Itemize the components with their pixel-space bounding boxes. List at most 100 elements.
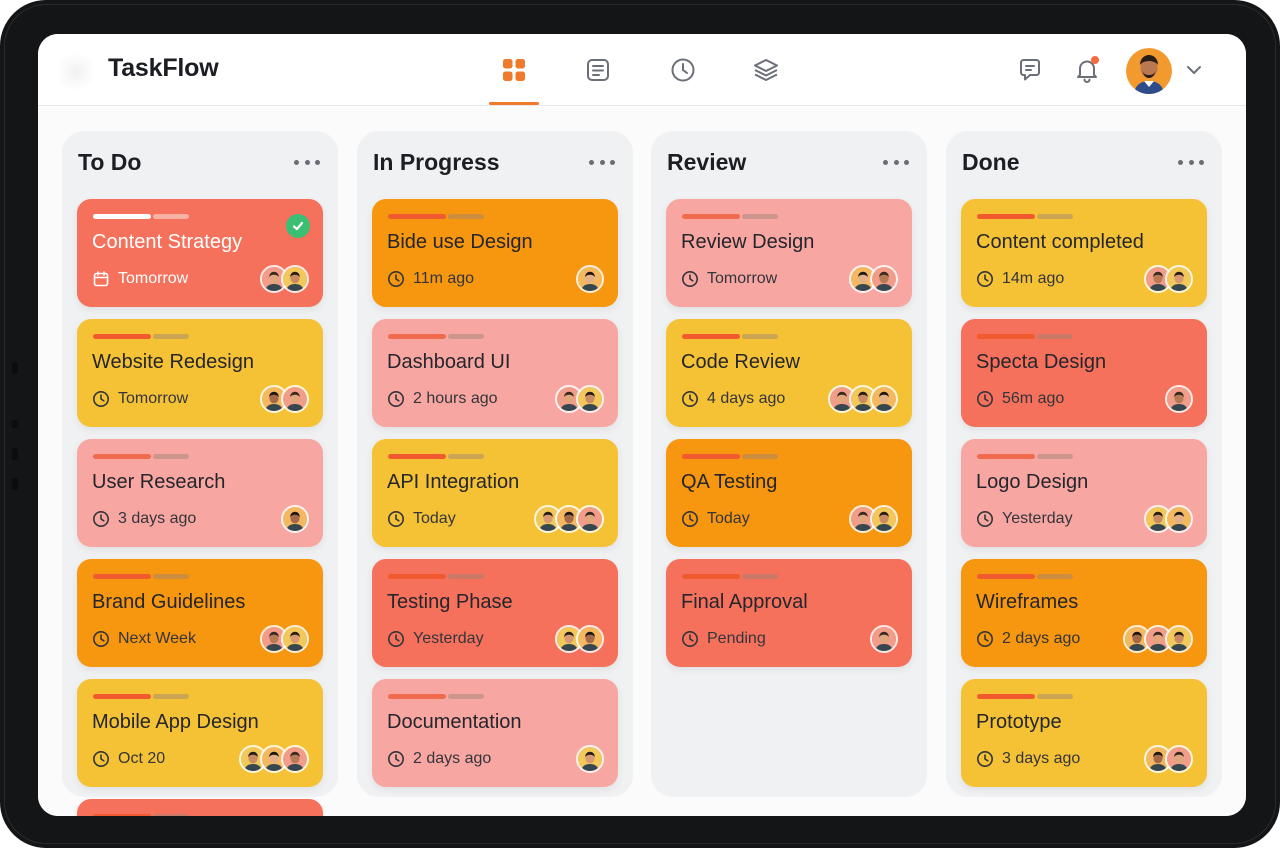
task-card[interactable]: Final Approval Pending bbox=[666, 559, 912, 667]
card-due: Tomorrow bbox=[92, 270, 188, 288]
assignee-avatars bbox=[1144, 265, 1193, 293]
progress-bar-fill bbox=[93, 334, 151, 339]
task-card[interactable]: Wireframes 2 days ago bbox=[961, 559, 1207, 667]
active-tab-indicator bbox=[489, 102, 539, 105]
task-card[interactable]: API Integration Today bbox=[372, 439, 618, 547]
task-card[interactable]: QA Testing Today bbox=[666, 439, 912, 547]
avatar-image bbox=[578, 267, 602, 291]
nav-layers-tab[interactable] bbox=[739, 52, 793, 88]
assignee-avatar[interactable] bbox=[281, 385, 309, 413]
messages-button[interactable] bbox=[1014, 54, 1046, 86]
card-due-text: Tomorrow bbox=[707, 270, 778, 287]
column-title: Done bbox=[962, 149, 1020, 175]
card-due: Yesterday bbox=[387, 630, 484, 648]
assignee-avatar[interactable] bbox=[1165, 505, 1193, 533]
assignee-avatar[interactable] bbox=[1165, 265, 1193, 293]
chevron-down-icon[interactable] bbox=[1182, 58, 1206, 82]
card-due-text: 2 hours ago bbox=[413, 390, 498, 407]
column-title: To Do bbox=[78, 149, 142, 175]
assignee-avatars bbox=[870, 625, 898, 653]
tablet-frame: TaskFlow To Do Content Strategy Tomorrow… bbox=[0, 0, 1280, 848]
assignee-avatar[interactable] bbox=[576, 745, 604, 773]
card-title: Specta Design bbox=[976, 351, 1107, 373]
assignee-avatars bbox=[555, 385, 604, 413]
progress-bar-track bbox=[742, 574, 778, 579]
assignee-avatar[interactable] bbox=[576, 265, 604, 293]
assignee-avatar[interactable] bbox=[576, 625, 604, 653]
clock-icon bbox=[977, 391, 993, 407]
assignee-avatar[interactable] bbox=[1165, 385, 1193, 413]
task-card[interactable]: User Research 3 days ago bbox=[77, 439, 323, 547]
assignee-avatar[interactable] bbox=[281, 505, 309, 533]
assignee-avatar[interactable] bbox=[870, 385, 898, 413]
more-options-icon[interactable] bbox=[883, 153, 909, 171]
card-title: QA Testing bbox=[681, 471, 778, 493]
side-sensor bbox=[12, 362, 18, 374]
card-due: 3 days ago bbox=[976, 750, 1080, 768]
assignee-avatar[interactable] bbox=[281, 265, 309, 293]
task-card[interactable]: Brand Guidelines Next Week bbox=[77, 559, 323, 667]
card-title: Code Review bbox=[681, 351, 800, 373]
assignee-avatars bbox=[555, 625, 604, 653]
task-card[interactable]: Mobile App Design Oct 20 bbox=[77, 679, 323, 787]
more-options-icon[interactable] bbox=[589, 153, 615, 171]
nav-list-tab[interactable] bbox=[571, 52, 625, 88]
notifications-button[interactable] bbox=[1071, 54, 1103, 86]
task-card[interactable]: Code Review 4 days ago bbox=[666, 319, 912, 427]
clock-icon bbox=[93, 631, 109, 647]
assignee-avatar[interactable] bbox=[1165, 745, 1193, 773]
notification-dot bbox=[1091, 56, 1099, 64]
clock-icon bbox=[93, 751, 109, 767]
assignee-avatar[interactable] bbox=[870, 625, 898, 653]
card-due: 56m ago bbox=[976, 390, 1064, 408]
assignee-avatar[interactable] bbox=[576, 505, 604, 533]
progress-bar-fill bbox=[388, 574, 446, 579]
clock-icon bbox=[682, 391, 698, 407]
assignee-avatar[interactable] bbox=[576, 385, 604, 413]
column-review: Review Review Design Tomorrow Code Review 4 … bbox=[651, 131, 927, 797]
task-card[interactable]: Logo Design Yesterday bbox=[961, 439, 1207, 547]
assignee-avatars bbox=[828, 385, 898, 413]
card-title: Content completed bbox=[976, 231, 1144, 253]
progress-bar-track bbox=[448, 214, 484, 219]
task-card[interactable]: Review Design Tomorrow bbox=[666, 199, 912, 307]
clock-icon bbox=[977, 751, 993, 767]
kanban-board: To Do Content Strategy Tomorrow Website Red… bbox=[38, 107, 1246, 816]
task-card[interactable]: Testing Phase Yesterday bbox=[372, 559, 618, 667]
task-card[interactable]: Dashboard UI 2 hours ago bbox=[372, 319, 618, 427]
progress-bar-fill bbox=[977, 574, 1035, 579]
clock-icon bbox=[388, 511, 404, 527]
progress-bar-fill bbox=[388, 334, 446, 339]
check-icon[interactable] bbox=[286, 214, 310, 238]
task-card[interactable]: Documentation 2 days ago bbox=[372, 679, 618, 787]
task-card[interactable]: Bide use Design 11m ago bbox=[372, 199, 618, 307]
column-to-do: To Do Content Strategy Tomorrow Website Red… bbox=[62, 131, 338, 816]
nav-history-tab[interactable] bbox=[656, 52, 710, 88]
clock-icon bbox=[977, 511, 993, 527]
grid-icon bbox=[503, 59, 525, 81]
card-title: Review Design bbox=[681, 231, 815, 253]
card-due: 11m ago bbox=[387, 270, 474, 288]
more-options-icon[interactable] bbox=[294, 153, 320, 171]
nav-board-tab[interactable] bbox=[487, 52, 541, 88]
progress-bar-fill bbox=[388, 694, 446, 699]
assignee-avatar[interactable] bbox=[1165, 625, 1193, 653]
assignee-avatar[interactable] bbox=[281, 625, 309, 653]
more-options-icon[interactable] bbox=[1178, 153, 1204, 171]
progress-bar-track bbox=[448, 694, 484, 699]
user-avatar[interactable] bbox=[1126, 48, 1172, 94]
assignee-avatars bbox=[260, 265, 309, 293]
task-card[interactable] bbox=[77, 799, 323, 816]
task-card[interactable]: Content completed 14m ago bbox=[961, 199, 1207, 307]
progress-bar-track bbox=[153, 454, 189, 459]
assignee-avatar[interactable] bbox=[281, 745, 309, 773]
progress-bar-fill bbox=[93, 214, 151, 219]
task-card[interactable]: Content Strategy Tomorrow bbox=[77, 199, 323, 307]
assignee-avatar[interactable] bbox=[870, 265, 898, 293]
card-due-text: Today bbox=[707, 510, 750, 527]
app-title: TaskFlow bbox=[108, 54, 219, 82]
assignee-avatar[interactable] bbox=[870, 505, 898, 533]
task-card[interactable]: Website Redesign Tomorrow bbox=[77, 319, 323, 427]
task-card[interactable]: Prototype 3 days ago bbox=[961, 679, 1207, 787]
task-card[interactable]: Specta Design 56m ago bbox=[961, 319, 1207, 427]
